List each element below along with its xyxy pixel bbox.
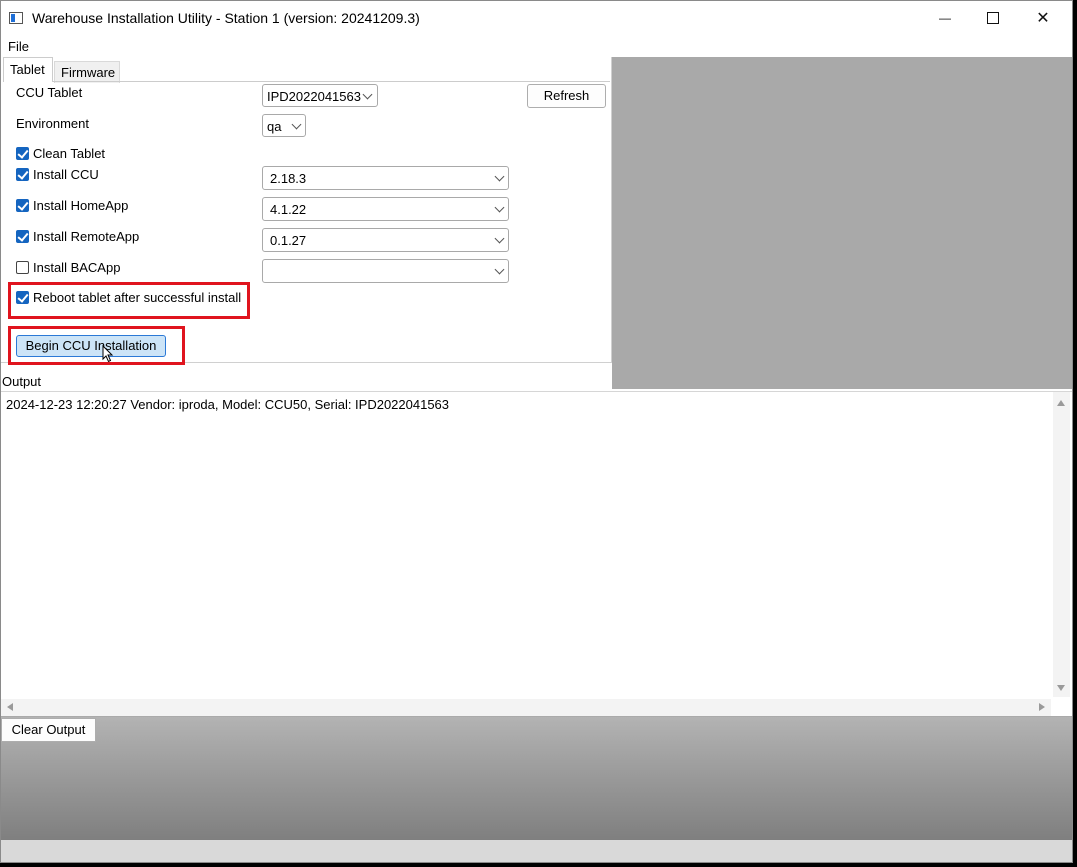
homeapp-version-select[interactable]: 4.1.22: [262, 197, 509, 221]
status-strip: [1, 840, 1072, 862]
tab-panel: Tablet Firmware CCU Tablet IPD2022041563…: [1, 57, 612, 365]
clean-tablet-label: Clean Tablet: [33, 146, 106, 161]
chevron-down-icon: [362, 89, 373, 100]
tab-tablet[interactable]: Tablet: [3, 57, 53, 82]
clear-output-button[interactable]: Clear Output: [1, 718, 96, 742]
tab-strip: Tablet Firmware: [1, 57, 611, 83]
output-line: 2024-12-23 12:20:27 Vendor: iproda, Mode…: [6, 397, 450, 412]
chevron-down-icon: [494, 264, 505, 275]
maximize-icon: [987, 12, 999, 24]
empty-gray-area: [612, 57, 1072, 389]
bottom-panel: Clear Output: [1, 717, 1072, 840]
output-label: Output: [2, 374, 42, 389]
menu-bar: File: [1, 37, 1072, 55]
minimize-button[interactable]: —: [921, 1, 969, 35]
remoteapp-version-value: 0.1.27: [270, 233, 307, 248]
ccu-tablet-label: CCU Tablet: [16, 85, 83, 100]
install-bacapp-label: Install BACApp: [33, 260, 121, 275]
chevron-down-icon: [494, 171, 505, 182]
tablet-tab-content: [3, 81, 610, 362]
ccu-version-select[interactable]: 2.18.3: [262, 166, 509, 190]
ccu-tablet-select[interactable]: IPD2022041563: [262, 84, 378, 107]
install-bacapp-checkbox[interactable]: [16, 261, 29, 274]
app-icon: [9, 12, 23, 24]
install-remoteapp-checkbox[interactable]: [16, 230, 29, 243]
tab-firmware[interactable]: Firmware: [54, 61, 120, 83]
chevron-down-icon: [494, 233, 505, 244]
scroll-up-icon[interactable]: [1057, 400, 1065, 406]
ccu-tablet-value: IPD2022041563: [267, 89, 361, 104]
chevron-down-icon: [291, 119, 302, 130]
bacapp-version-select[interactable]: [262, 259, 509, 283]
install-homeapp-label: Install HomeApp: [33, 198, 129, 213]
title-bar: Warehouse Installation Utility - Station…: [1, 1, 1072, 35]
begin-highlight-box: [8, 326, 185, 365]
window-title: Warehouse Installation Utility - Station…: [32, 10, 420, 26]
install-remoteapp-label: Install RemoteApp: [33, 229, 140, 244]
mouse-cursor-icon: [102, 345, 114, 363]
install-ccu-label: Install CCU: [33, 167, 99, 182]
remoteapp-version-select[interactable]: 0.1.27: [262, 228, 509, 252]
install-homeapp-checkbox[interactable]: [16, 199, 29, 212]
vertical-scrollbar[interactable]: [1053, 392, 1070, 697]
reboot-highlight-box: [8, 282, 250, 319]
homeapp-version-value: 4.1.22: [270, 202, 307, 217]
environment-select[interactable]: qa: [262, 114, 306, 137]
clean-tablet-checkbox[interactable]: [16, 147, 29, 160]
scroll-right-icon[interactable]: [1039, 703, 1045, 711]
menu-file[interactable]: File: [8, 39, 29, 54]
close-button[interactable]: ✕: [1019, 1, 1067, 35]
maximize-button[interactable]: [969, 1, 1017, 35]
close-icon: ✕: [1036, 10, 1050, 27]
scroll-left-icon[interactable]: [7, 703, 13, 711]
output-textbox[interactable]: 2024-12-23 12:20:27 Vendor: iproda, Mode…: [1, 391, 1072, 717]
environment-value: qa: [267, 119, 282, 134]
ccu-version-value: 2.18.3: [270, 171, 307, 186]
environment-label: Environment: [16, 116, 89, 131]
refresh-button[interactable]: Refresh: [527, 84, 606, 108]
horizontal-scrollbar[interactable]: [1, 699, 1051, 716]
minimize-icon: —: [939, 11, 951, 25]
chevron-down-icon: [494, 202, 505, 213]
install-ccu-checkbox[interactable]: [16, 168, 29, 181]
app-window: Warehouse Installation Utility - Station…: [0, 0, 1073, 863]
scroll-down-icon[interactable]: [1057, 685, 1065, 691]
